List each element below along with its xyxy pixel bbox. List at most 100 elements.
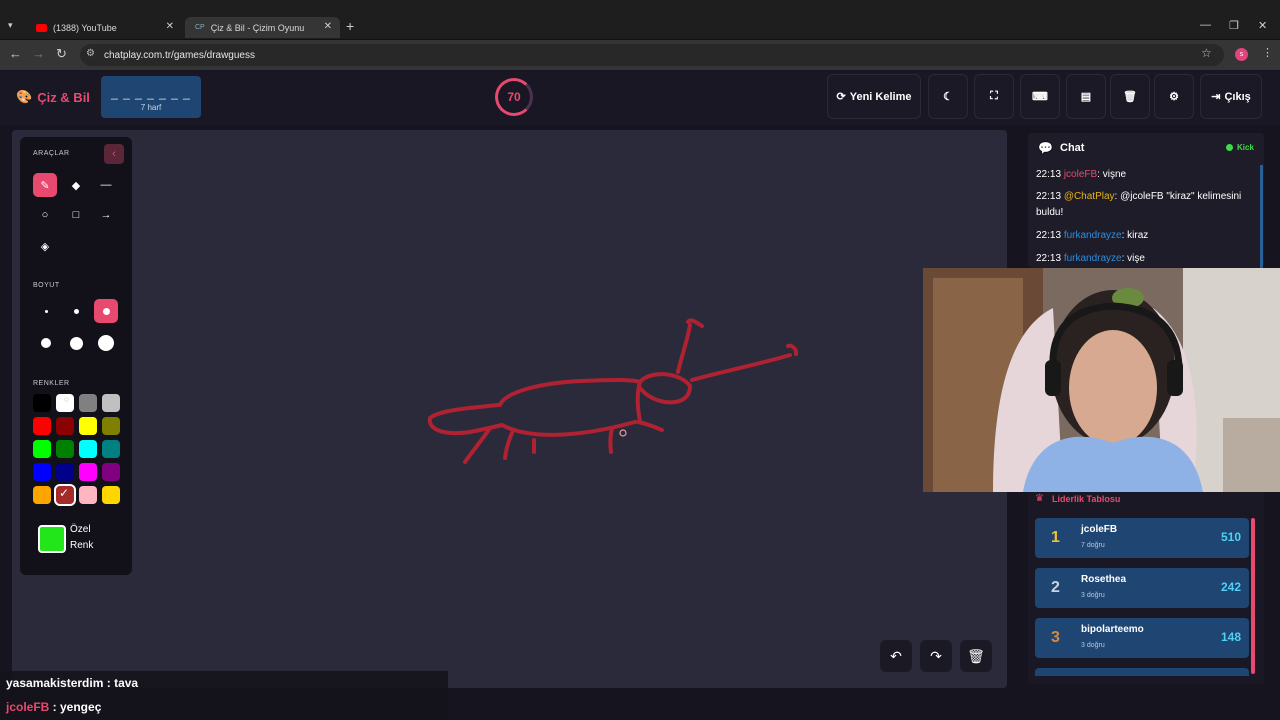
size-4[interactable] (34, 331, 58, 355)
keyboard-icon: ⌨ (1032, 91, 1048, 103)
collapse-panel-button[interactable]: ‹ (104, 144, 124, 164)
message-user[interactable]: furkandrayze (1064, 253, 1122, 264)
overlay-text: : tava (103, 676, 139, 690)
color-swatch[interactable] (56, 463, 74, 481)
brush-tool[interactable]: ✎ (33, 173, 57, 197)
line-icon: — (100, 179, 112, 191)
redo-icon: ↷ (930, 647, 942, 664)
player-score: 242 (1220, 580, 1241, 594)
close-window-icon[interactable]: ✕ (1258, 19, 1267, 32)
rectangle-tool[interactable]: □ (64, 203, 88, 227)
brush-icon: ✎ (40, 179, 50, 192)
browser-menu-icon[interactable]: ⋮ (1262, 46, 1273, 59)
custom-color-label: Özel Renk (70, 524, 94, 551)
leaderboard-row-partial (1035, 668, 1249, 676)
keyboard-button[interactable]: ⌨ (1020, 74, 1060, 119)
color-swatch[interactable] (79, 394, 97, 412)
chat-scrollbar[interactable] (1260, 165, 1263, 268)
size-title: BOYUT (33, 282, 60, 289)
colors-title: RENKLER (33, 380, 70, 387)
size-5[interactable] (64, 331, 88, 355)
color-swatch[interactable] (102, 440, 120, 458)
fill-tool[interactable]: ◈ (33, 234, 57, 258)
correct-count: 3 doğru (1081, 642, 1105, 649)
chat-message: 22:13 jcoleFB: vişne (1036, 167, 1256, 183)
color-swatch[interactable] (33, 463, 51, 481)
message-text: : vişe (1121, 253, 1145, 264)
size-dot (73, 308, 79, 314)
clear-button[interactable]: 🗑 (1110, 74, 1150, 119)
color-swatch[interactable] (102, 486, 120, 504)
leaderboard-row: 1 jcoleFB 7 doğru 510 (1035, 518, 1249, 558)
size-2[interactable] (64, 299, 88, 323)
color-swatch[interactable] (79, 440, 97, 458)
eraser-tool[interactable]: ◆ (64, 173, 88, 197)
color-swatch[interactable] (102, 463, 120, 481)
tools-title: ARAÇLAR (33, 150, 70, 157)
bookmark-star-icon[interactable]: ☆ (1201, 46, 1212, 60)
overlay-message: jcoleFB : yengeç (6, 700, 101, 714)
archive-button[interactable]: ▤ (1066, 74, 1106, 119)
selected-color-check-icon: ✓ (59, 486, 70, 500)
rank: 1 (1051, 529, 1060, 546)
profile-avatar[interactable]: s (1235, 48, 1248, 61)
custom-color-swatch[interactable] (38, 525, 66, 553)
circle-icon: ○ (41, 209, 49, 221)
message-text: : kiraz (1121, 230, 1149, 241)
color-swatch[interactable] (102, 417, 120, 435)
undo-icon: ↶ (890, 647, 902, 664)
settings-button[interactable]: ⚙ (1154, 74, 1194, 119)
size-dot (69, 336, 83, 350)
color-swatch[interactable] (56, 440, 74, 458)
square-icon: □ (72, 209, 80, 221)
color-swatch[interactable] (102, 394, 120, 412)
color-swatch[interactable] (33, 417, 51, 435)
correct-count: 3 doğru (1081, 592, 1105, 599)
chat-bubbles-icon: 💬 (1038, 141, 1053, 155)
rank: 3 (1051, 629, 1060, 646)
player-score: 148 (1220, 630, 1241, 644)
leaderboard-scrollbar[interactable] (1251, 518, 1255, 674)
size-6[interactable] (94, 331, 118, 355)
color-swatch[interactable] (33, 486, 51, 504)
color-swatch[interactable] (56, 417, 74, 435)
color-swatch[interactable] (79, 486, 97, 504)
redo-button[interactable]: ↷ (920, 640, 952, 672)
line-tool[interactable]: — (94, 173, 118, 197)
arrow-tool[interactable]: → (94, 203, 118, 227)
message-user[interactable]: jcoleFB (1064, 169, 1097, 180)
overlay-message: yasamakisterdim : tava (6, 676, 138, 690)
minimize-icon[interactable]: — (1200, 19, 1211, 31)
archive-icon: ▤ (1080, 91, 1092, 103)
size-3[interactable] (94, 299, 118, 323)
player-name: bipolarteemo (1081, 624, 1144, 635)
crown-icon: ♛ (1035, 493, 1044, 504)
trash-icon: 🗑 (967, 647, 985, 664)
streamer-webcam (923, 268, 1280, 492)
chat-message: 22:13 @ChatPlay: @jcoleFB "kiraz" kelime… (1036, 189, 1256, 221)
size-dot (41, 338, 51, 348)
white-swatch-indicator: ◌ (64, 395, 69, 404)
player-name: Rosethea (1081, 574, 1127, 585)
message-time: 22:13 (1036, 230, 1062, 241)
color-swatch[interactable] (79, 463, 97, 481)
message-user[interactable]: furkandrayze (1064, 230, 1122, 241)
overlay-user: yasamakisterdim (6, 676, 104, 690)
color-swatch[interactable] (33, 394, 51, 412)
correct-count: 7 doğru (1081, 542, 1105, 549)
exit-button[interactable]: ⇥ Çıkış (1200, 74, 1262, 119)
color-swatch[interactable] (33, 440, 51, 458)
restore-icon[interactable]: ❐ (1229, 19, 1239, 32)
clear-canvas-button[interactable]: 🗑 (960, 640, 992, 672)
webcam-image (923, 268, 1280, 492)
sign-out-icon: ⇥ (1211, 91, 1221, 103)
chat-title: Chat (1060, 142, 1085, 154)
undo-button[interactable]: ↶ (880, 640, 912, 672)
size-dot (98, 335, 114, 351)
circle-tool[interactable]: ○ (33, 203, 57, 227)
trash-icon: 🗑 (1123, 91, 1137, 103)
size-dot (102, 307, 110, 315)
color-swatch[interactable] (79, 417, 97, 435)
message-user[interactable]: @ChatPlay (1064, 191, 1115, 202)
size-1[interactable] (34, 299, 58, 323)
